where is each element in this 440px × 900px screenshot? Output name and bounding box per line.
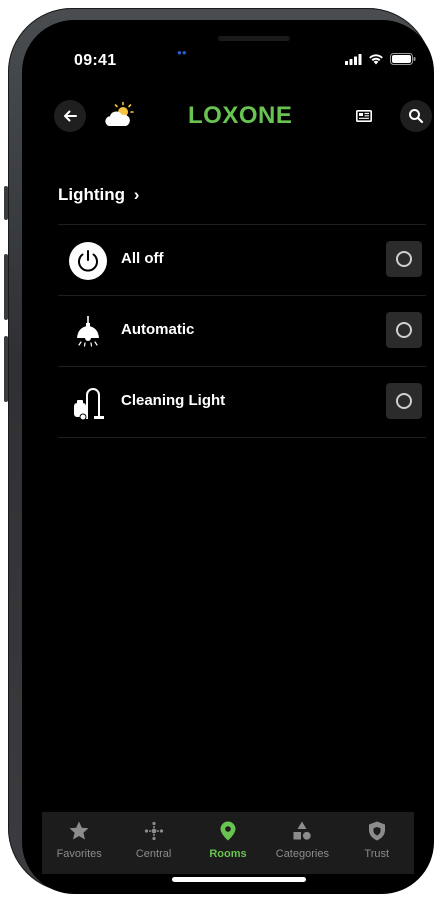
tab-rooms[interactable]: Rooms [191,812,265,870]
volume-down-button [4,336,8,402]
signal-icon [345,53,362,65]
tab-central[interactable]: Central [117,812,191,870]
list-item-automatic[interactable]: Automatic [58,296,426,367]
item-label: Automatic [121,321,195,338]
app-logo: LOXONE [188,102,293,129]
phone-frame: 09:41 ●● LOXONE Lighting › All off Autom… [4,8,434,894]
chevron-right-icon: › [133,185,140,204]
tab-categories[interactable]: Categories [265,812,339,870]
central-dots-icon [144,821,163,841]
circle-icon [396,322,412,338]
search-button[interactable] [400,100,432,132]
list-item-all-off[interactable]: All off [58,225,426,296]
wifi-icon [369,54,383,65]
shapes-icon [293,821,312,840]
shield-icon [368,821,385,841]
back-button[interactable] [54,100,86,132]
list-item-cleaning-light[interactable]: Cleaning Light [58,367,426,438]
screen: 09:41 ●● LOXONE Lighting › All off Autom… [22,20,434,894]
news-button[interactable] [348,100,380,132]
camera-indicator: ●● [177,48,187,57]
item-label: All off [121,250,164,267]
toggle-button[interactable] [386,241,422,277]
volume-up-button [4,254,8,320]
status-time: 09:41 [74,52,117,69]
tab-bar: Favorites Central Rooms Categories Trust [42,812,414,874]
speaker-grille [218,36,290,41]
toggle-button[interactable] [386,312,422,348]
section-title-lighting[interactable]: Lighting › [58,185,139,205]
action-button [4,186,8,220]
tab-label: Rooms [209,848,247,860]
section-title-label: Lighting [58,185,126,204]
partly-sunny-icon [105,101,134,126]
app-header: LOXONE [22,92,434,140]
tab-label: Favorites [56,848,102,860]
home-indicator[interactable] [172,877,306,882]
tab-favorites[interactable]: Favorites [42,812,116,870]
status-icons [345,53,416,65]
vacuum-cleaner-icon [68,383,108,423]
newspaper-icon [356,110,372,122]
ceiling-lamp-icon [68,312,108,352]
toggle-button[interactable] [386,383,422,419]
power-icon [68,241,108,281]
tab-label: Categories [275,848,329,860]
battery-icon [390,53,416,65]
star-icon [69,821,89,840]
tab-trust[interactable]: Trust [340,812,414,870]
tab-label: Trust [364,848,390,860]
item-label: Cleaning Light [121,392,226,409]
location-pin-icon [220,821,236,841]
tab-label: Central [135,848,172,860]
weather-button[interactable] [102,100,138,132]
search-icon [409,109,424,124]
lighting-list: All off Automatic Cleaning Light [58,224,426,438]
circle-icon [396,393,412,409]
arrow-left-icon [64,110,77,122]
circle-icon [396,251,412,267]
